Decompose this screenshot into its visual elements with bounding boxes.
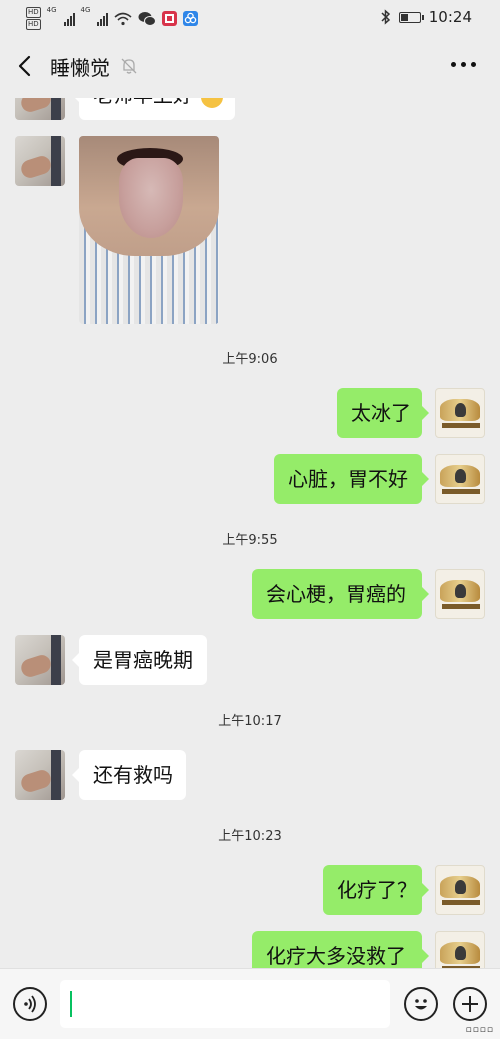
message-bubble-outgoing[interactable]: 化疗了？ xyxy=(323,865,429,915)
clock: 10:24 xyxy=(428,8,472,26)
input-bar: ▫▫▫▫ xyxy=(0,968,500,1039)
message-text: 化疗大多没救了 xyxy=(266,944,406,968)
status-right: 10:24 xyxy=(381,8,472,26)
hd-label: HD xyxy=(26,7,41,18)
message-text: 化疗了？ xyxy=(337,878,417,902)
chat-title: 睡懒觉 xyxy=(50,56,110,80)
signal-icon xyxy=(63,12,75,26)
timestamp: 上午10:17 xyxy=(218,714,282,729)
message-text: 心脏，胃不好 xyxy=(288,467,408,491)
hd-label: HD xyxy=(26,19,41,30)
message-bubble-incoming[interactable]: 是胃癌晚期 xyxy=(72,635,207,685)
chat-header: 睡懒觉 xyxy=(0,36,500,98)
grin-emoji-icon xyxy=(201,98,224,108)
message-list[interactable]: 老师早上好 上午9:06 太冰了 心脏，胃不好 上午9:55 会心梗，胃癌的 是… xyxy=(0,98,500,968)
message-bubble-incoming[interactable]: 老师早上好 xyxy=(72,98,235,120)
mute-bell-icon xyxy=(121,58,137,74)
wifi-icon xyxy=(114,12,132,25)
my-avatar[interactable] xyxy=(435,865,485,915)
timestamp: 上午10:23 xyxy=(218,829,282,844)
message-bubble-incoming[interactable]: 还有救吗 xyxy=(72,750,186,800)
eye-app-icon xyxy=(183,11,199,26)
back-icon[interactable] xyxy=(14,54,38,78)
my-avatar[interactable] xyxy=(435,569,485,619)
hd-icon: HD HD xyxy=(26,6,41,31)
voice-icon[interactable] xyxy=(13,987,47,1021)
friend-avatar[interactable] xyxy=(15,136,65,186)
message-bubble-outgoing[interactable]: 太冰了 xyxy=(337,388,429,438)
network-type-label: 4G xyxy=(80,6,91,14)
bluetooth-icon xyxy=(381,9,390,25)
more-icon[interactable] xyxy=(451,62,476,67)
message-text: 老师早上好 xyxy=(93,98,193,107)
signal-icon xyxy=(97,12,109,26)
network-type-label: 4G xyxy=(46,6,57,14)
photo-tongue xyxy=(119,158,183,238)
message-bubble-outgoing[interactable]: 心脏，胃不好 xyxy=(274,454,429,504)
message-text: 还有救吗 xyxy=(93,763,173,787)
friend-avatar[interactable] xyxy=(15,98,65,120)
message-bubble-outgoing[interactable]: 会心梗，胃癌的 xyxy=(252,569,429,619)
status-left: HD HD 4G 4G xyxy=(26,6,199,31)
timestamp: 上午9:55 xyxy=(222,533,278,548)
message-bubble-outgoing[interactable]: 化疗大多没救了 xyxy=(252,931,429,968)
friend-avatar[interactable] xyxy=(15,750,65,800)
plus-icon[interactable] xyxy=(453,987,487,1021)
text-caret xyxy=(70,991,72,1017)
my-avatar[interactable] xyxy=(435,454,485,504)
wechat-icon xyxy=(138,11,157,26)
my-avatar[interactable] xyxy=(435,388,485,438)
friend-avatar[interactable] xyxy=(15,635,65,685)
book-app-icon xyxy=(162,11,178,26)
battery-icon xyxy=(398,11,424,23)
nav-indicator: ▫▫▫▫ xyxy=(465,1025,494,1035)
timestamp: 上午9:06 xyxy=(222,352,278,367)
message-input[interactable] xyxy=(60,980,390,1028)
my-avatar[interactable] xyxy=(435,931,485,968)
message-text: 会心梗，胃癌的 xyxy=(266,582,406,606)
message-text: 是胃癌晚期 xyxy=(93,648,193,672)
tongue-photo[interactable] xyxy=(79,136,219,324)
emoji-icon[interactable] xyxy=(404,987,438,1021)
status-bar: HD HD 4G 4G 10:24 xyxy=(0,0,500,36)
message-text: 太冰了 xyxy=(351,401,411,425)
